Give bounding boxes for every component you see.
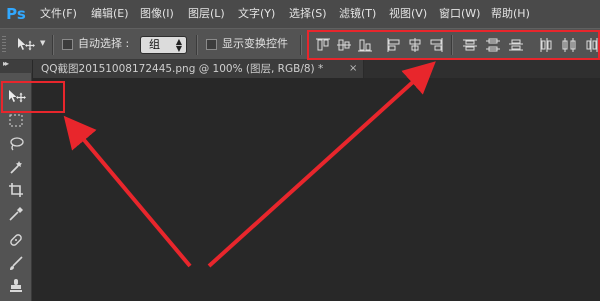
brush-tool[interactable] bbox=[4, 252, 28, 274]
select-updown-icon: ▲ ▼ bbox=[175, 37, 182, 53]
auto-select-target-select[interactable]: 组 ▲ ▼ bbox=[140, 36, 187, 54]
menu-edit[interactable]: 编辑(E) bbox=[91, 7, 129, 21]
menu-file[interactable]: 文件(F) bbox=[40, 7, 77, 21]
move-tool-preset-icon[interactable] bbox=[16, 37, 35, 53]
show-transform-controls-label: 显示变换控件 bbox=[222, 37, 288, 50]
separator bbox=[196, 35, 198, 55]
crop-tool[interactable] bbox=[4, 179, 28, 201]
lasso-tool[interactable] bbox=[4, 133, 28, 155]
clone-stamp-tool[interactable] bbox=[4, 275, 28, 297]
menu-type[interactable]: 文字(Y) bbox=[238, 7, 275, 21]
menu-filter[interactable]: 滤镜(T) bbox=[339, 7, 376, 21]
photoshop-logo: Ps bbox=[6, 5, 26, 23]
menu-select[interactable]: 选择(S) bbox=[289, 7, 327, 21]
document-tab[interactable]: QQ截图20151008172445.png @ 100% (图层, RGB/8… bbox=[33, 60, 364, 78]
auto-select-checkbox[interactable] bbox=[62, 39, 73, 50]
separator bbox=[52, 35, 54, 55]
tools-panel-header[interactable]: ▸▸ bbox=[0, 59, 32, 73]
annotation-highlight-align-buttons bbox=[307, 30, 600, 60]
auto-select-target-value: 组 bbox=[149, 38, 160, 51]
collapse-panel-icon[interactable]: ▸▸ bbox=[3, 59, 9, 68]
eyedropper-tool[interactable] bbox=[4, 203, 28, 225]
menu-view[interactable]: 视图(V) bbox=[389, 7, 427, 21]
marquee-tool[interactable] bbox=[4, 110, 28, 132]
separator bbox=[300, 35, 302, 55]
canvas-area[interactable] bbox=[33, 78, 600, 301]
close-tab-icon[interactable]: × bbox=[349, 63, 357, 74]
show-transform-controls-checkbox[interactable] bbox=[206, 39, 217, 50]
annotation-highlight-move-tool bbox=[1, 81, 65, 113]
magic-wand-tool[interactable] bbox=[4, 156, 28, 178]
menu-image[interactable]: 图像(I) bbox=[140, 7, 174, 21]
tab-strip-background bbox=[364, 60, 600, 78]
healing-brush-tool[interactable] bbox=[4, 229, 28, 251]
menu-bar: Ps 文件(F) 编辑(E) 图像(I) 图层(L) 文字(Y) 选择(S) 滤… bbox=[0, 0, 600, 28]
options-bar-grip[interactable] bbox=[2, 36, 6, 54]
preset-dropdown-arrow-icon[interactable]: ▼ bbox=[40, 39, 45, 47]
menu-window[interactable]: 窗口(W) bbox=[439, 7, 480, 21]
document-tab-title: QQ截图20151008172445.png @ 100% (图层, RGB/8… bbox=[41, 63, 324, 75]
auto-select-label: 自动选择 : bbox=[78, 37, 130, 50]
menu-help[interactable]: 帮助(H) bbox=[491, 7, 530, 21]
menu-layer[interactable]: 图层(L) bbox=[188, 7, 225, 21]
